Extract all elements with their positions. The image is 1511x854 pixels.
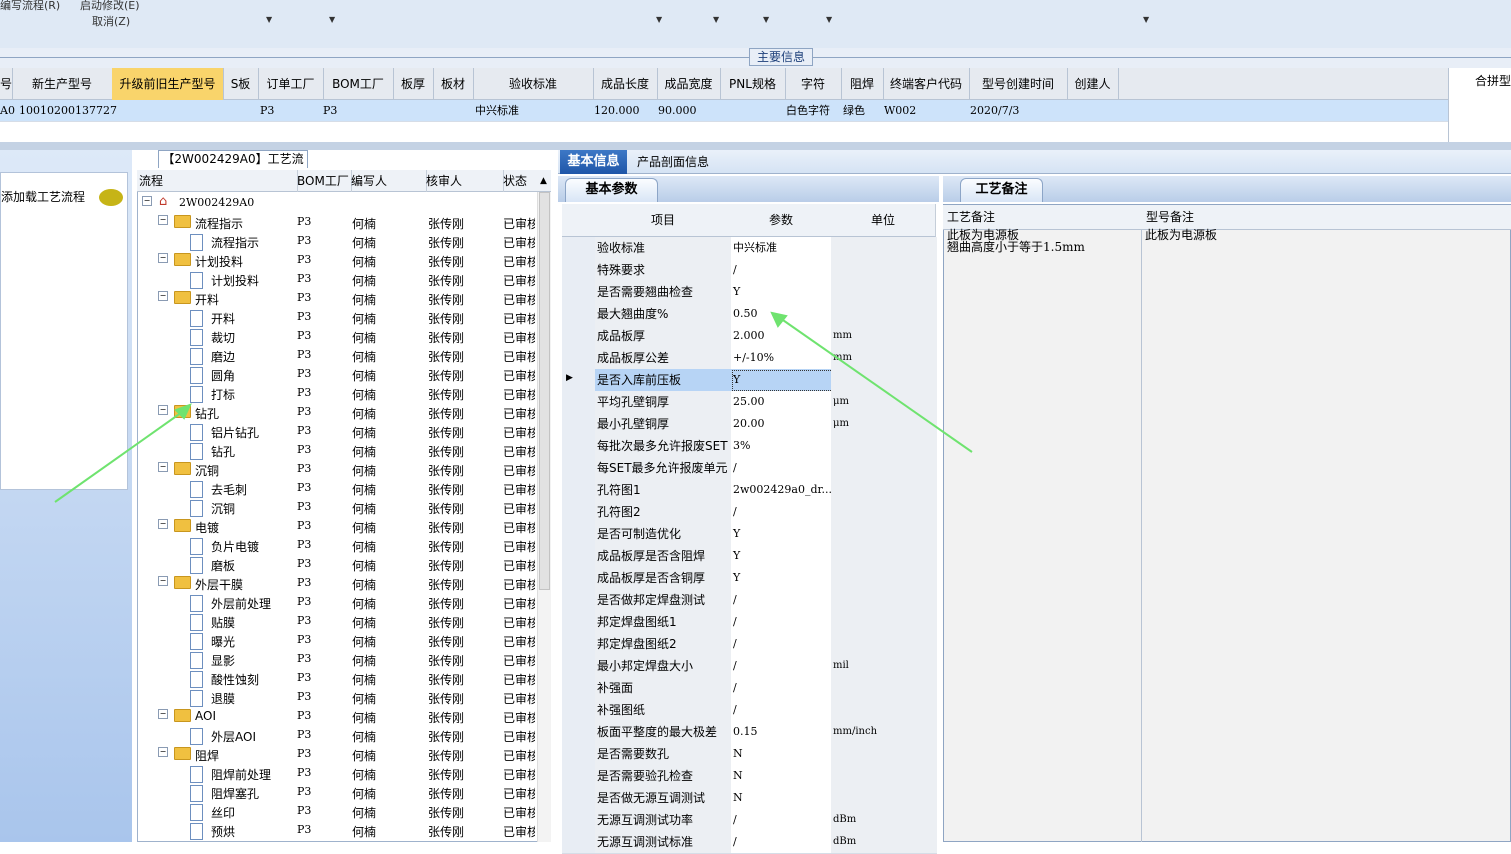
arrow-line [54, 409, 186, 503]
arrow-line [779, 317, 973, 453]
annotation-arrows [54, 311, 973, 503]
arrow-head-icon [770, 311, 788, 328]
